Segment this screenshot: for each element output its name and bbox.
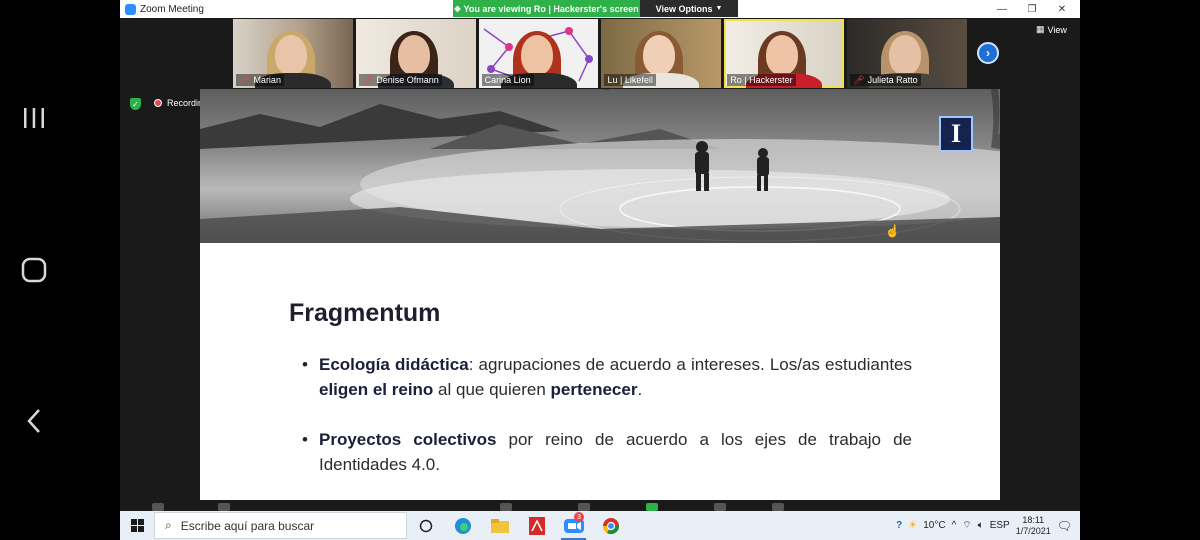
slide-logo: I xyxy=(939,116,973,152)
chevron-right-icon: › xyxy=(986,46,990,60)
meeting-toolbar xyxy=(120,500,1080,511)
window-title: Zoom Meeting xyxy=(140,3,204,15)
system-tray: ? ☀ 10°C ^ ⌔ 🔈︎ ESP 18:11 1/7/2021 🗨︎ xyxy=(896,511,1080,540)
encryption-shield-icon[interactable]: ✓ xyxy=(130,98,141,110)
reactions-icon[interactable] xyxy=(772,503,784,511)
recent-apps-icon[interactable] xyxy=(14,98,54,138)
video-icon[interactable] xyxy=(218,503,230,511)
search-icon: ⌕ xyxy=(165,518,172,532)
weather-icon: ☀ xyxy=(908,520,918,531)
participant-gallery: 🎤︎ Marian 🎤︎ Denise Ofmann Carina Lion Lu … xyxy=(233,19,967,88)
recording-dot-icon xyxy=(154,99,162,107)
view-label: View xyxy=(1047,24,1067,35)
clock[interactable]: 18:11 1/7/2021 xyxy=(1016,515,1051,537)
participant-name-bar: 🎤︎ Denise Ofmann xyxy=(358,74,442,86)
minimize-icon[interactable]: — xyxy=(987,0,1017,18)
participant-name: Julieta Ratto xyxy=(867,75,918,85)
view-button[interactable]: ▦ View xyxy=(1036,24,1067,35)
shared-screen-slide: I Fragmentum Ecología didáctica: agrupac… xyxy=(200,89,1000,500)
participant-tile[interactable]: Carina Lion xyxy=(478,19,599,88)
chevron-down-icon: ▼ xyxy=(715,5,723,12)
back-icon[interactable] xyxy=(14,401,54,441)
zoom-window: Zoom Meeting — ❐ ✕ ◆ You are viewing Ro … xyxy=(120,0,1080,540)
slide-hero-image: I xyxy=(200,89,1000,243)
bullet-item: Ecología didáctica: agrupaciones de acue… xyxy=(299,352,912,402)
grid-icon: ▦ xyxy=(1036,24,1045,34)
mic-muted-icon: 🎤︎ xyxy=(853,74,865,85)
network-icon[interactable]: ⌔ xyxy=(962,519,971,532)
hand-cursor-icon: ☝ xyxy=(885,224,900,238)
phone-navigation-bar xyxy=(0,0,120,540)
edge-icon[interactable] xyxy=(444,511,481,540)
mic-muted-icon: 🎤︎ xyxy=(239,74,251,85)
participant-name-bar: 🎤︎ Julieta Ratto xyxy=(850,74,921,86)
mic-muted-icon: 🎤︎ xyxy=(361,74,374,85)
chrome-icon[interactable] xyxy=(592,511,629,540)
participant-tile[interactable]: 🎤︎ Denise Ofmann xyxy=(355,19,476,88)
search-placeholder: Escribe aquí para buscar xyxy=(180,518,315,533)
task-view-icon[interactable] xyxy=(407,511,444,540)
participant-name: Lu | Likefell xyxy=(607,75,653,85)
zoom-taskbar-icon[interactable]: 3 xyxy=(555,511,592,540)
slide-title: Fragmentum xyxy=(289,299,441,327)
acrobat-icon[interactable] xyxy=(518,511,555,540)
participant-name: Denise Ofmann xyxy=(376,75,439,85)
participant-name-bar: 🎤︎ Marian xyxy=(236,74,284,86)
participant-name: Marian xyxy=(253,75,281,85)
language-indicator[interactable]: ESP xyxy=(990,520,1010,531)
participant-name-bar: Ro | Hackerster xyxy=(727,74,796,86)
viewing-text: You are viewing Ro | Hackerster's screen xyxy=(463,3,639,14)
clock-date: 1/7/2021 xyxy=(1015,525,1051,536)
start-button[interactable] xyxy=(120,511,154,540)
home-icon[interactable] xyxy=(14,250,54,290)
chevron-up-icon[interactable]: ^ xyxy=(952,520,957,531)
clock-time: 18:11 xyxy=(1022,514,1045,525)
participant-name: Ro | Hackerster xyxy=(730,75,793,85)
participant-name: Carina Lion xyxy=(484,75,531,85)
participant-name-bar: Carina Lion xyxy=(481,74,534,86)
view-options-label: View Options xyxy=(655,3,713,14)
shield-icon: ◆ xyxy=(454,4,461,13)
participant-name-bar: Lu | Likefell xyxy=(604,74,656,86)
taskbar-search[interactable]: ⌕ Escribe aquí para buscar xyxy=(154,512,407,539)
help-icon[interactable]: ? xyxy=(896,520,902,531)
participants-icon[interactable] xyxy=(500,503,512,511)
windows-taskbar: ⌕ Escribe aquí para buscar 3 ? ☀ 10°C ^ … xyxy=(120,511,1080,540)
viewing-screen-banner: ◆ You are viewing Ro | Hackerster's scre… xyxy=(453,0,640,17)
view-options-button[interactable]: View Options ▼ xyxy=(640,0,738,17)
mute-icon[interactable] xyxy=(152,503,164,511)
chat-icon[interactable] xyxy=(578,503,590,511)
gallery-next-page-button[interactable]: › xyxy=(977,42,999,64)
weather-temperature[interactable]: 10°C xyxy=(923,520,945,531)
slide-bullet-list: Ecología didáctica: agrupaciones de acue… xyxy=(299,352,912,477)
participant-tile[interactable]: 🎤︎ Julieta Ratto xyxy=(847,19,967,88)
record-icon[interactable] xyxy=(714,503,726,511)
notifications-icon[interactable]: 🗨︎ xyxy=(1057,519,1072,533)
volume-icon[interactable]: 🔈︎ xyxy=(978,520,984,531)
phone-right-margin xyxy=(1080,0,1200,540)
zoom-app-icon xyxy=(125,3,136,15)
participant-tile[interactable]: 🎤︎ Marian xyxy=(233,19,353,88)
restore-icon[interactable]: ❐ xyxy=(1017,0,1047,18)
file-explorer-icon[interactable] xyxy=(481,511,518,540)
windows-logo-icon xyxy=(130,519,144,532)
zoom-notification-badge: 3 xyxy=(574,512,584,522)
close-icon[interactable]: ✕ xyxy=(1047,0,1077,18)
bullet-item: Proyectos colectivos por reino de acuerd… xyxy=(299,427,912,477)
share-screen-icon[interactable] xyxy=(646,503,658,511)
participant-tile[interactable]: Lu | Likefell xyxy=(601,19,722,88)
participant-tile-active-speaker[interactable]: Ro | Hackerster xyxy=(724,19,845,88)
